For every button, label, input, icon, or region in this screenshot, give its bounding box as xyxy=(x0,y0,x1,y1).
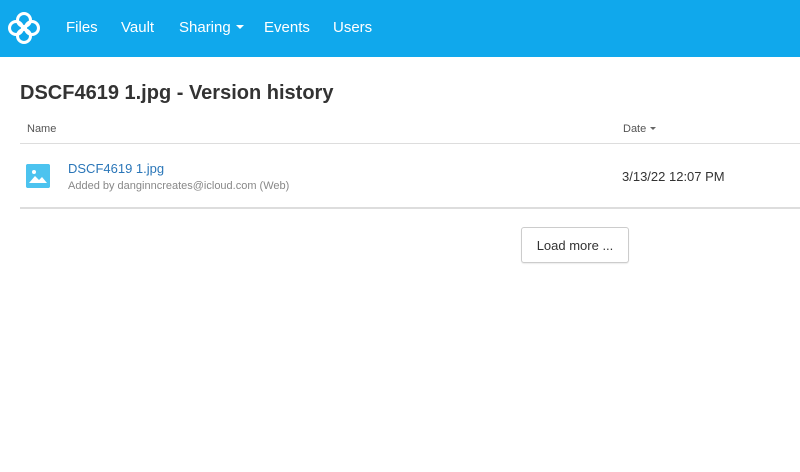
page-title-suffix: - Version history xyxy=(171,82,334,104)
file-date: 3/13/22 12:07 PM xyxy=(622,169,725,184)
top-navbar: Files Vault Sharing Events Users xyxy=(0,0,800,57)
nav-files[interactable]: Files xyxy=(66,19,98,37)
file-added-by: Added by danginncreates@icloud.com (Web) xyxy=(68,180,290,192)
column-header-name: Name xyxy=(27,123,57,135)
column-header-date[interactable]: Date xyxy=(623,123,657,135)
nav-sharing[interactable]: Sharing xyxy=(179,19,244,37)
file-name-link[interactable]: DSCF4619 1.jpg xyxy=(68,161,164,176)
nav-sharing-label: Sharing xyxy=(179,19,231,36)
nav-events[interactable]: Events xyxy=(264,19,310,37)
page-title: DSCF4619 1.jpg - Version history xyxy=(20,81,333,105)
nav-menu: Files Vault Sharing Events Users xyxy=(0,0,800,57)
caret-down-icon xyxy=(650,126,657,130)
page-title-filename: DSCF4619 1.jpg xyxy=(20,82,172,104)
nav-vault[interactable]: Vault xyxy=(121,19,154,37)
load-more-button[interactable]: Load more ... xyxy=(521,227,629,263)
table-row: DSCF4619 1.jpg Added by danginncreates@i… xyxy=(20,144,800,209)
column-header-date-label: Date xyxy=(623,123,647,135)
image-file-icon xyxy=(26,164,50,188)
table-header: Name Date xyxy=(20,118,800,144)
chevron-down-icon xyxy=(235,25,244,30)
nav-users[interactable]: Users xyxy=(333,19,372,37)
